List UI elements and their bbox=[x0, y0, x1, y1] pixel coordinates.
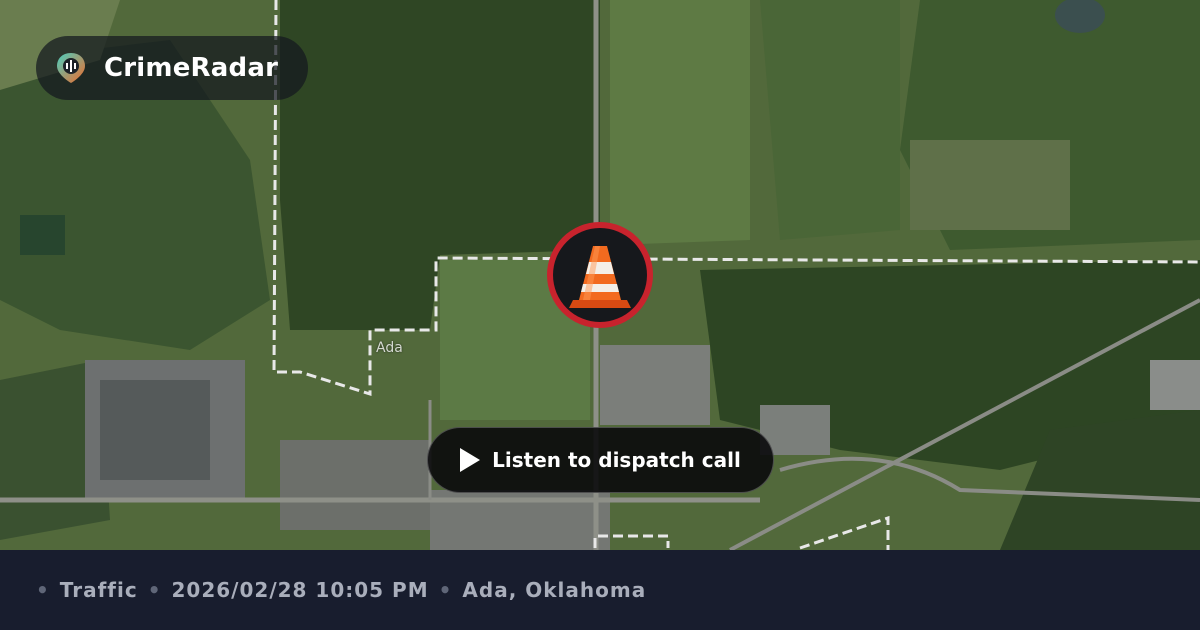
incident-datetime: 2026/02/28 10:05 PM bbox=[171, 578, 429, 602]
incident-info-bar: • Traffic • 2026/02/28 10:05 PM • Ada, O… bbox=[0, 550, 1200, 630]
traffic-cone-icon bbox=[569, 246, 631, 308]
incident-location: Ada, Oklahoma bbox=[462, 578, 647, 602]
separator-dot: • bbox=[438, 578, 453, 602]
separator-dot: • bbox=[147, 578, 162, 602]
incident-marker[interactable] bbox=[547, 222, 653, 328]
play-icon bbox=[460, 448, 481, 472]
radar-pin-icon bbox=[57, 53, 85, 83]
incident-category: Traffic bbox=[59, 578, 138, 602]
brand-name: CrimeRadar bbox=[104, 53, 279, 83]
listen-button-label: Listen to dispatch call bbox=[492, 448, 741, 472]
separator-dot: • bbox=[36, 578, 50, 602]
listen-dispatch-button[interactable]: Listen to dispatch call bbox=[427, 427, 774, 493]
map-place-label: Ada bbox=[376, 340, 403, 356]
brand-badge: CrimeRadar bbox=[36, 36, 308, 100]
